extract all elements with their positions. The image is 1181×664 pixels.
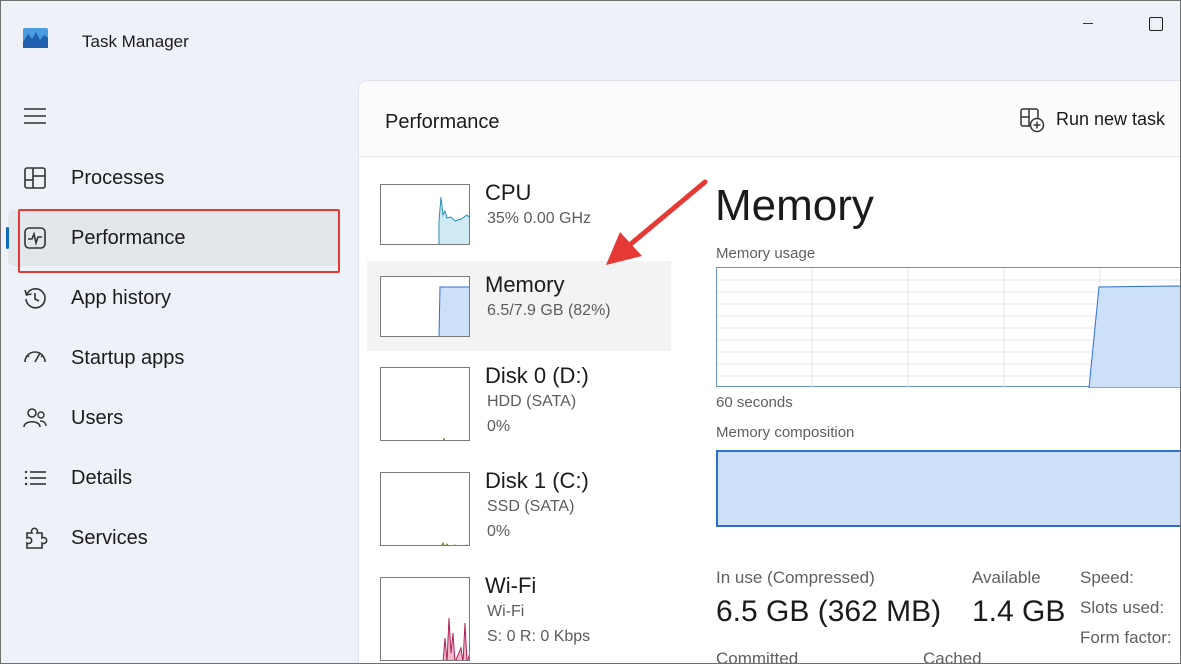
available-value: 1.4 GB: [972, 595, 1066, 628]
run-new-task-label: Run new task: [1056, 109, 1166, 129]
run-new-task-button[interactable]: Run new task: [1009, 101, 1179, 137]
annotation-highlight-box: [18, 209, 340, 273]
panel-header: Performance Run new task: [359, 81, 1181, 157]
device-name: CPU: [485, 180, 532, 205]
memory-thumbnail-graph: [380, 276, 470, 337]
cpu-thumbnail-graph: [380, 184, 470, 245]
sidebar-item-app-history[interactable]: App history: [8, 270, 338, 326]
wifi-thumbnail-graph: [380, 577, 470, 661]
device-name: Memory: [485, 272, 565, 297]
sidebar-item-label: Users: [71, 407, 124, 429]
sidebar-item-details[interactable]: Details: [8, 450, 338, 506]
window-title: Task Manager: [82, 32, 189, 51]
sidebar-item-users[interactable]: Users: [8, 390, 338, 446]
time-span-label: 60 seconds: [716, 394, 793, 411]
committed-label: Committed: [716, 649, 799, 664]
puzzle-icon: [26, 527, 48, 549]
minimize-button[interactable]: [1076, 14, 1100, 34]
available-label: Available: [972, 568, 1041, 587]
in-use-label: In use (Compressed): [716, 568, 875, 587]
sidebar-item-label: Startup apps: [71, 347, 185, 369]
device-type: Wi-Fi: [487, 603, 525, 620]
maximize-button[interactable]: [1146, 14, 1166, 34]
sidebar-item-label: Services: [71, 527, 148, 549]
task-manager-icon: [23, 28, 48, 48]
device-stat: 0%: [487, 418, 511, 435]
memory-composition-label: Memory composition: [716, 424, 855, 441]
device-stat: 6.5/7.9 GB (82%): [487, 302, 611, 319]
device-name: Disk 0 (D:): [485, 363, 589, 388]
device-name: Wi-Fi: [485, 573, 537, 598]
device-type: HDD (SATA): [487, 393, 577, 410]
form-factor-label: Form factor:: [1080, 628, 1172, 647]
list-icon: [24, 470, 46, 486]
active-indicator: [6, 227, 9, 249]
processes-icon: [24, 167, 46, 189]
speedometer-icon: [24, 351, 46, 363]
memory-composition-bar: [716, 450, 1181, 527]
sidebar-item-services[interactable]: Services: [8, 510, 338, 566]
page-title: Performance: [385, 111, 500, 133]
speed-label: Speed:: [1080, 568, 1134, 587]
annotation-arrow: [606, 179, 708, 265]
run-task-icon: [1020, 108, 1045, 133]
device-type: SSD (SATA): [487, 498, 575, 515]
memory-usage-graph: [716, 267, 1181, 389]
sidebar-item-label: Details: [71, 467, 133, 489]
cached-label: Cached: [923, 649, 982, 664]
users-icon: [23, 408, 47, 428]
device-name: Disk 1 (C:): [485, 468, 589, 493]
main-panel: Performance Run new task CPU 35% 0.00 GH…: [358, 80, 1181, 664]
hamburger-menu-icon[interactable]: [22, 105, 48, 127]
device-item-disk-0[interactable]: Disk 0 (D:) HDD (SATA) 0%: [367, 352, 671, 442]
disk-0-thumbnail-graph: [380, 367, 470, 441]
in-use-value: 6.5 GB (362 MB): [716, 595, 942, 628]
device-stat: S: 0 R: 0 Kbps: [487, 628, 591, 645]
device-item-disk-1[interactable]: Disk 1 (C:) SSD (SATA) 0%: [367, 457, 671, 547]
slots-used-label: Slots used:: [1080, 598, 1165, 617]
device-stat: 0%: [487, 523, 511, 540]
sidebar-item-label: App history: [71, 287, 172, 309]
sidebar-item-processes[interactable]: Processes: [8, 150, 338, 206]
memory-usage-label: Memory usage: [716, 245, 816, 262]
device-item-wifi[interactable]: Wi-Fi Wi-Fi S: 0 R: 0 Kbps: [367, 562, 671, 661]
sidebar-item-label: Processes: [71, 167, 165, 189]
device-stat: 35% 0.00 GHz: [487, 210, 592, 227]
sidebar-item-startup-apps[interactable]: Startup apps: [8, 330, 338, 386]
history-icon: [24, 288, 46, 309]
detail-title: Memory: [715, 181, 874, 230]
disk-1-thumbnail-graph: [380, 472, 470, 546]
